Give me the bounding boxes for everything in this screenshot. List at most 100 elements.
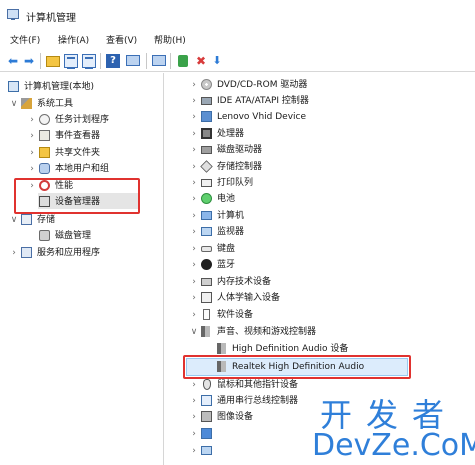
watermark-line-2: DevZe.CoM xyxy=(312,428,475,463)
chevron-right-icon[interactable]: › xyxy=(190,193,198,205)
bluetooth-icon xyxy=(201,259,212,270)
show-hide-tree-icon[interactable] xyxy=(64,54,78,69)
update-driver-icon[interactable] xyxy=(178,55,188,67)
computer-icon xyxy=(8,81,19,92)
chevron-right-icon[interactable]: › xyxy=(28,114,36,126)
storage-icon xyxy=(21,214,32,225)
highlight-box-realtek-audio xyxy=(183,355,411,379)
chevron-right-icon[interactable]: › xyxy=(190,128,198,140)
back-arrow-icon[interactable]: ⬅ xyxy=(6,54,20,68)
tree-services-apps-label: 服务和应用程序 xyxy=(37,248,101,258)
chevron-right-icon[interactable]: › xyxy=(190,144,198,156)
toolbar-separator xyxy=(170,53,171,69)
chevron-right-icon[interactable]: › xyxy=(190,259,198,271)
battery-icon xyxy=(201,193,212,204)
disk-drive-icon xyxy=(201,146,212,154)
properties-icon[interactable] xyxy=(82,54,96,69)
device-label: 计算机 xyxy=(217,211,245,221)
menu-view[interactable]: 查看(V) xyxy=(106,33,137,46)
chevron-right-icon[interactable]: › xyxy=(190,95,198,107)
chevron-down-icon[interactable]: ∨ xyxy=(190,326,198,338)
chevron-right-icon[interactable]: › xyxy=(190,395,198,407)
computer-icon xyxy=(201,211,212,220)
uninstall-device-icon[interactable]: ⬇ xyxy=(210,54,224,68)
dvd-drive-icon xyxy=(201,79,212,90)
folder-up-icon[interactable] xyxy=(46,56,60,67)
lenovo-device-icon xyxy=(201,111,212,122)
memory-device-icon xyxy=(201,278,212,286)
tree-storage-label: 存储 xyxy=(37,215,56,225)
forward-arrow-icon[interactable]: ➡ xyxy=(22,54,36,68)
tree-system-tools-label: 系统工具 xyxy=(37,99,74,109)
title-bar: 计算机管理 xyxy=(0,0,475,28)
show-console-icon[interactable] xyxy=(126,55,140,66)
ide-controller-icon xyxy=(201,97,212,105)
device-label: 键盘 xyxy=(217,244,236,254)
chevron-right-icon[interactable]: › xyxy=(190,161,198,173)
chevron-right-icon[interactable]: › xyxy=(190,428,198,440)
chevron-right-icon[interactable]: › xyxy=(190,79,198,91)
chevron-right-icon[interactable]: › xyxy=(10,247,18,259)
software-device-icon xyxy=(203,309,210,320)
menu-bar: 文件(F) 操作(A) 查看(V) 帮助(H) xyxy=(0,30,475,48)
chevron-right-icon[interactable]: › xyxy=(190,309,198,321)
chevron-down-icon[interactable]: ∨ xyxy=(10,214,18,226)
device-label: 声音、视频和游戏控制器 xyxy=(217,327,317,337)
device-label: DVD/CD-ROM 驱动器 xyxy=(217,80,308,90)
device-label: 人体学输入设备 xyxy=(217,293,281,303)
computer-management-icon xyxy=(7,9,19,20)
speaker-icon xyxy=(217,343,226,354)
device-label: 软件设备 xyxy=(217,310,254,320)
chevron-right-icon[interactable]: › xyxy=(190,411,198,423)
device-label: 鼠标和其他指针设备 xyxy=(217,380,299,390)
chevron-right-icon[interactable]: › xyxy=(190,243,198,255)
tree-shared-folders-label: 共享文件夹 xyxy=(55,148,101,158)
device-label: 监视器 xyxy=(217,227,245,237)
disable-device-icon[interactable]: ✖ xyxy=(194,54,208,68)
chevron-down-icon[interactable]: ∨ xyxy=(10,98,18,110)
chevron-right-icon[interactable]: › xyxy=(190,226,198,238)
device-label: 内存技术设备 xyxy=(217,277,272,287)
watermark-line-1: 开发者 xyxy=(320,396,459,434)
chevron-right-icon[interactable]: › xyxy=(190,210,198,222)
tree-disk-management-label: 磁盘管理 xyxy=(55,231,92,241)
chevron-right-icon[interactable]: › xyxy=(190,111,198,123)
device-icon xyxy=(201,446,212,455)
speaker-icon xyxy=(201,326,210,337)
chevron-right-icon[interactable]: › xyxy=(190,292,198,304)
menu-file[interactable]: 文件(F) xyxy=(10,33,40,46)
users-icon xyxy=(39,163,50,174)
device-label: IDE ATA/ATAPI 控制器 xyxy=(217,96,309,106)
processor-icon xyxy=(201,128,212,139)
services-icon xyxy=(21,247,32,258)
toolbar-separator xyxy=(100,53,101,69)
device-label: 磁盘驱动器 xyxy=(217,145,263,155)
device-label: Lenovo Vhid Device xyxy=(217,112,307,122)
usb-icon xyxy=(201,395,212,406)
menu-action[interactable]: 操作(A) xyxy=(58,33,89,46)
scan-hardware-icon[interactable] xyxy=(152,55,166,66)
chevron-right-icon[interactable]: › xyxy=(28,147,36,159)
shared-folder-icon xyxy=(39,147,50,158)
device-label: 存储控制器 xyxy=(217,162,263,172)
chevron-right-icon[interactable]: › xyxy=(190,177,198,189)
tree-root-label: 计算机管理(本地) xyxy=(24,82,95,92)
chevron-right-icon[interactable]: › xyxy=(190,445,198,457)
printer-icon xyxy=(201,179,212,187)
chevron-right-icon[interactable]: › xyxy=(190,379,198,391)
toolbar: ⬅ ➡ ? ✖ ⬇ xyxy=(0,50,475,72)
disk-icon xyxy=(39,230,50,241)
toolbar-separator xyxy=(146,53,147,69)
event-log-icon xyxy=(39,130,50,141)
device-label: 打印队列 xyxy=(217,178,254,188)
highlight-box-device-manager xyxy=(14,178,140,214)
chevron-right-icon[interactable]: › xyxy=(28,130,36,142)
device-label: 电池 xyxy=(217,194,236,204)
chevron-right-icon[interactable]: › xyxy=(190,276,198,288)
keyboard-icon xyxy=(201,246,212,252)
menu-help[interactable]: 帮助(H) xyxy=(154,33,186,46)
chevron-right-icon[interactable]: › xyxy=(28,163,36,175)
device-label: 蓝牙 xyxy=(217,260,236,270)
hid-icon xyxy=(201,292,212,303)
help-icon[interactable]: ? xyxy=(106,54,120,68)
